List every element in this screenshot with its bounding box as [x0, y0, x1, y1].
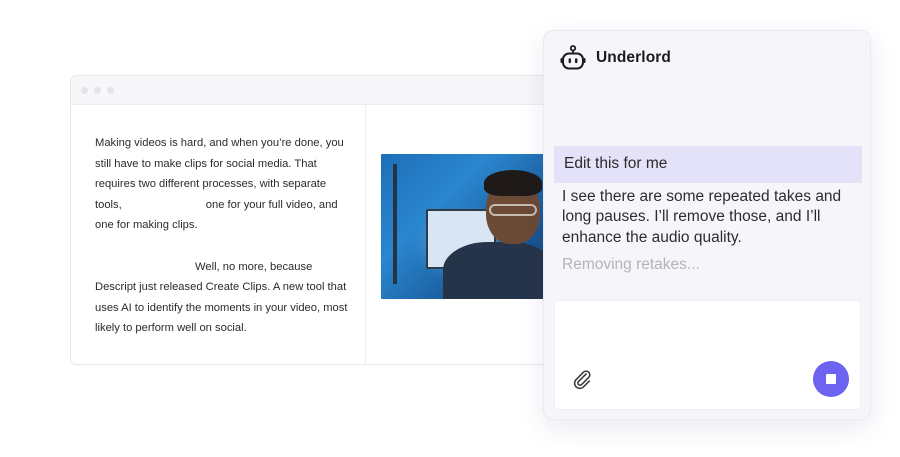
video-speaker-glasses [489, 204, 537, 216]
stop-button[interactable] [813, 361, 849, 397]
underlord-panel: Underlord Edit this for me I see there a… [543, 30, 871, 420]
transcript-paragraph: Well, no more, because Descript just rel… [95, 257, 353, 339]
transcript-pane[interactable]: Making videos is hard, and when you’re d… [71, 105, 366, 364]
prompt-input[interactable] [554, 300, 861, 410]
window-dot[interactable] [107, 86, 114, 94]
transcript-line: one for making clips. [95, 219, 198, 232]
transcript-line: uses AI to identify the moments in your … [95, 301, 348, 314]
video-speaker-hair [484, 170, 542, 196]
transcript-line: Well, no more, because [195, 260, 313, 273]
panel-title: Underlord [596, 49, 671, 66]
user-message: Edit this for me [554, 146, 862, 183]
paperclip-icon[interactable] [571, 368, 593, 390]
transcript-line: tools, [95, 198, 122, 211]
transcript-line: requires two different processes, with s… [95, 178, 327, 191]
transcript-line: Descript just released Create Clips. A n… [95, 281, 347, 294]
transcript-line: likely to perform well on social. [95, 322, 247, 335]
stop-icon [826, 374, 836, 384]
window-dot[interactable] [81, 86, 88, 94]
panel-header: Underlord [560, 45, 671, 71]
editor-window: Making videos is hard, and when you’re d… [70, 75, 570, 365]
video-lamp [393, 164, 397, 284]
transcript-line: Making videos is hard, and when you’re d… [95, 137, 344, 149]
transcript-line: still have to make clips for social medi… [95, 157, 317, 170]
transcript-paragraph: Making videos is hard, and when you’re d… [95, 133, 353, 236]
transcript-line: one for your full video, and [205, 198, 338, 211]
video-speaker-body [443, 242, 545, 299]
window-dot[interactable] [94, 86, 101, 94]
editor-titlebar [71, 76, 569, 105]
status-text: Removing retakes... [562, 256, 700, 273]
video-preview[interactable] [381, 154, 545, 299]
robot-icon [560, 45, 586, 70]
assistant-reply: I see there are some repeated takes and … [562, 188, 842, 246]
